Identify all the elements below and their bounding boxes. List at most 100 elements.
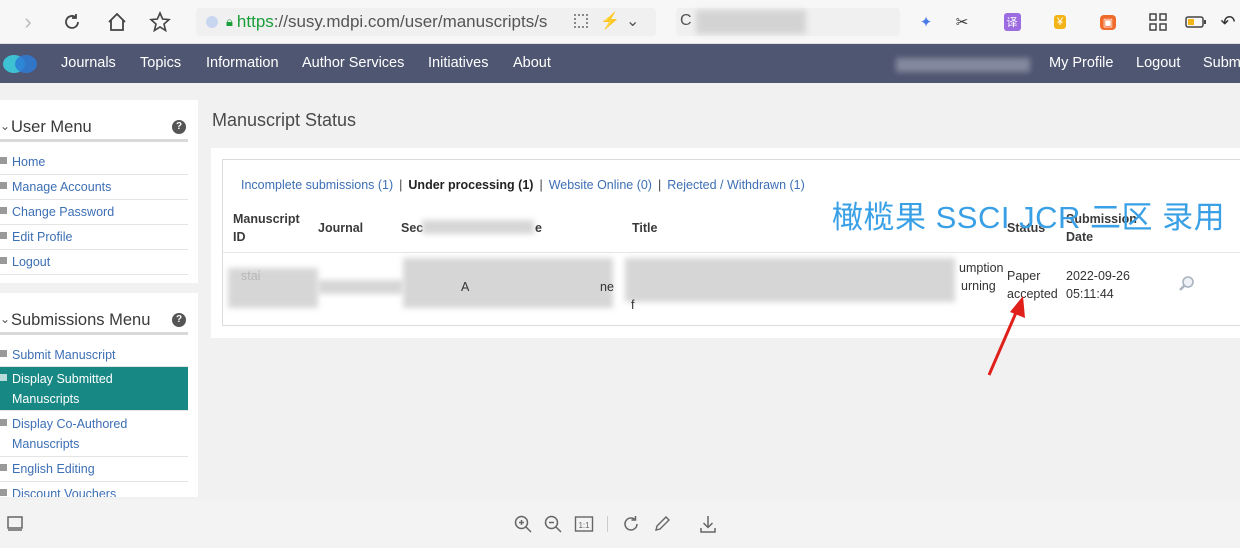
magnifier-icon[interactable]: [1178, 275, 1196, 298]
nav-topics[interactable]: Topics: [140, 44, 181, 83]
game-icon[interactable]: ▣: [1096, 10, 1120, 34]
bullet-icon: [0, 350, 7, 357]
sidebar-item-edit-profile[interactable]: Edit Profile: [0, 225, 188, 250]
tab-under-processing[interactable]: Under processing (1): [408, 178, 533, 192]
reload-icon[interactable]: [58, 8, 86, 36]
star-icon[interactable]: [146, 8, 174, 36]
sidebar-item-change-password[interactable]: Change Password: [0, 200, 188, 225]
tab-website-online[interactable]: Website Online (0): [549, 178, 652, 192]
cell-date: 2022-09-26: [1066, 269, 1130, 283]
apps-grid-icon[interactable]: [1146, 10, 1170, 34]
download-icon[interactable]: [696, 512, 720, 536]
cell-time: 05:11:44: [1066, 287, 1114, 301]
blurred-search: [696, 10, 806, 34]
annotation-text: 橄榄果 SSCI JCR 二区 录用: [832, 200, 1226, 235]
lightning-icon[interactable]: ⚡: [600, 11, 620, 31]
scissors-icon[interactable]: ✂: [950, 10, 974, 34]
svg-text:1:1: 1:1: [578, 521, 590, 530]
search-text: C: [680, 12, 692, 29]
mdpi-logo[interactable]: [2, 52, 38, 76]
sidebar-item-label: Manage Accounts: [12, 180, 112, 194]
cell-title-tail-1: umption: [959, 261, 1004, 275]
user-menu-header[interactable]: ⌄ User Menu ?: [0, 114, 188, 142]
menu-divider: [0, 283, 198, 293]
sidebar-item-label: Logout: [12, 255, 51, 269]
translate-icon[interactable]: 译: [1000, 10, 1024, 34]
chevron-down-icon[interactable]: ⌄: [0, 312, 10, 326]
nav-logout[interactable]: Logout: [1136, 44, 1180, 83]
sidebar-item-display-submitted[interactable]: Display Submitted Manuscripts: [0, 367, 188, 411]
status-tabs: Incomplete submissions (1) | Under process…: [241, 178, 805, 192]
cell-section: A: [461, 280, 470, 294]
nav-initiatives[interactable]: Initiatives: [428, 44, 488, 83]
col-journal[interactable]: Journal: [318, 219, 363, 237]
nav-author-services[interactable]: Author Services: [302, 44, 404, 83]
forward-icon[interactable]: ›: [14, 8, 42, 36]
nav-information[interactable]: Information: [206, 44, 279, 83]
sidebar-item-manage-accounts[interactable]: Manage Accounts: [0, 175, 188, 200]
nav-submit[interactable]: Subm: [1203, 44, 1240, 83]
sidebar-item-label: Submit Manuscript: [12, 348, 116, 362]
submissions-menu-title: Submissions Menu: [11, 311, 151, 329]
url-text[interactable]: https://susy.mdpi.com/user/manuscripts/s: [237, 12, 548, 32]
sidebar-item-label: Change Password: [12, 205, 115, 219]
sidebar-item-discount-vouchers[interactable]: Discount Vouchers: [0, 482, 188, 497]
viewer-toolbar: 1:1: [0, 500, 1240, 548]
col-section[interactable]: Sec: [401, 219, 423, 237]
battery-icon[interactable]: [1184, 10, 1208, 34]
rotate-icon[interactable]: [619, 512, 643, 536]
bullet-icon: [0, 257, 7, 264]
bullet-icon: [0, 464, 7, 471]
cell-title[interactable]: f: [631, 296, 634, 314]
pencil-icon[interactable]: [650, 512, 674, 536]
zoom-in-icon[interactable]: [511, 512, 535, 536]
cell-section-mid: ne: [600, 280, 614, 294]
qr-icon[interactable]: [574, 14, 588, 28]
sidebar-item-label: Edit Profile: [12, 230, 73, 244]
sidebar: ⌄ User Menu ? Home Manage Accounts Chang…: [0, 100, 198, 497]
sidebar-item-label: Display Co-Authored Manuscripts: [12, 417, 128, 451]
site-info-icon[interactable]: [206, 16, 218, 28]
bird-extension-icon[interactable]: ✦: [914, 10, 938, 34]
bullet-icon: [0, 489, 7, 496]
lock-icon: 🔒︎: [226, 14, 233, 29]
tab-rejected-withdrawn[interactable]: Rejected / Withdrawn (1): [667, 178, 805, 192]
blurred-id: [228, 268, 318, 308]
col-title[interactable]: Title: [632, 219, 657, 237]
sidebar-item-label: Home: [12, 155, 46, 169]
col-manuscript-id[interactable]: Manuscript ID: [233, 210, 313, 246]
sidebar-toggle-icon[interactable]: [3, 512, 27, 536]
submissions-menu-header[interactable]: ⌄ Submissions Menu ?: [0, 307, 188, 335]
sidebar-item-english-editing[interactable]: English Editing: [0, 457, 188, 482]
tab-separator: |: [539, 178, 543, 192]
browser-toolbar: › 🔒︎ https://susy.mdpi.com/user/manuscri…: [0, 0, 1240, 44]
zoom-out-icon[interactable]: [541, 512, 565, 536]
sidebar-item-label: Display Submitted Manuscripts: [12, 372, 113, 406]
bullet-icon: [0, 419, 7, 426]
tab-incomplete[interactable]: Incomplete submissions (1): [241, 178, 393, 192]
sidebar-item-home[interactable]: Home: [0, 150, 188, 175]
nav-about[interactable]: About: [513, 44, 551, 83]
actual-size-icon[interactable]: 1:1: [572, 512, 596, 536]
chevron-down-icon[interactable]: ⌄: [626, 11, 639, 31]
address-bar[interactable]: 🔒︎ https://susy.mdpi.com/user/manuscript…: [196, 8, 656, 36]
bullet-icon: [0, 207, 7, 214]
coin-icon[interactable]: ¥: [1048, 10, 1072, 34]
help-icon[interactable]: ?: [172, 313, 186, 327]
sidebar-item-display-coauthored[interactable]: Display Co-Authored Manuscripts: [0, 412, 188, 457]
blurred-journal: [318, 280, 403, 294]
help-icon[interactable]: ?: [172, 120, 186, 134]
undo-icon[interactable]: ↶: [1216, 10, 1240, 34]
blurred-section: [403, 258, 613, 308]
nav-my-profile[interactable]: My Profile: [1049, 44, 1113, 83]
row-divider: [223, 252, 1240, 253]
search-box[interactable]: C: [676, 8, 900, 36]
tab-separator: |: [399, 178, 403, 192]
chevron-down-icon[interactable]: ⌄: [0, 119, 10, 133]
blurred-username: [896, 58, 1030, 72]
sidebar-item-submit-manuscript[interactable]: Submit Manuscript: [0, 343, 188, 367]
home-icon[interactable]: [103, 8, 131, 36]
blurred-title: [625, 258, 955, 302]
sidebar-item-logout[interactable]: Logout: [0, 250, 188, 275]
nav-journals[interactable]: Journals: [61, 44, 116, 83]
